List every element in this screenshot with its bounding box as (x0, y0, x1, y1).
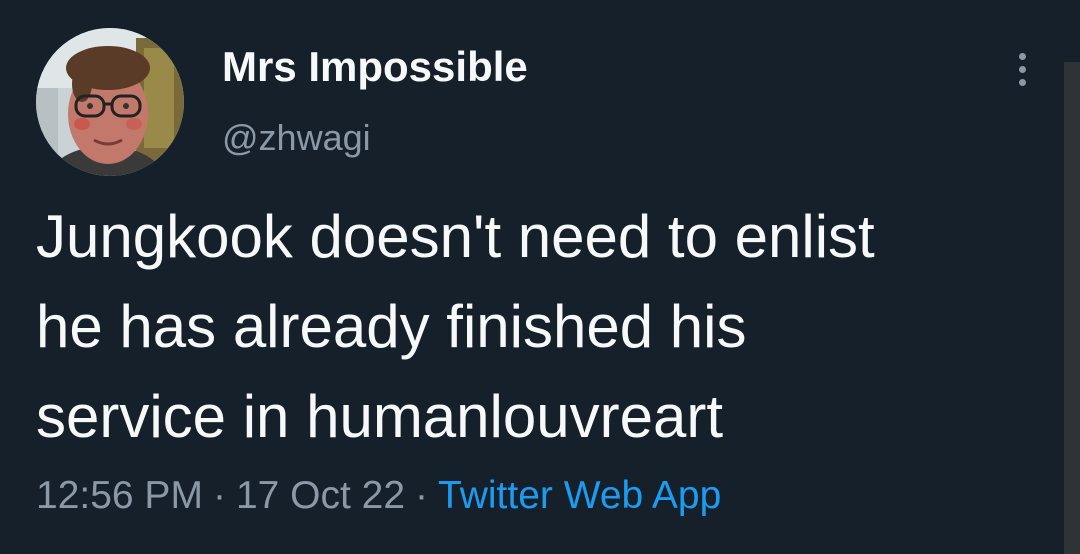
more-vertical-icon (1018, 52, 1026, 60)
more-options-button[interactable] (1002, 44, 1042, 94)
tweet-text-line: he has already finished his (36, 293, 747, 360)
more-vertical-icon-dot (1018, 78, 1026, 86)
avatar-photo (36, 28, 184, 176)
tweet-text-line: Jungkook doesn't need to enlist (36, 203, 875, 270)
tweet-card: Mrs Impossible @zhwagi Jungkook doesn't … (0, 0, 1080, 554)
author-handle[interactable]: @zhwagi (222, 116, 371, 160)
more-vertical-icon-dot (1018, 65, 1026, 73)
tweet-text: Jungkook doesn't need to enlist he has a… (36, 192, 1046, 462)
tweet-meta: 12:56 PM · 17 Oct 22 · Twitter Web App (36, 470, 721, 522)
meta-separator: · (415, 474, 429, 517)
scroll-edge (1064, 62, 1080, 554)
author-display-name[interactable]: Mrs Impossible (222, 42, 528, 92)
tweet-text-line: service in humanlouvreart (36, 383, 723, 450)
avatar[interactable] (36, 28, 184, 176)
tweet-time[interactable]: 12:56 PM (36, 474, 203, 517)
tweet-source-link[interactable]: Twitter Web App (438, 474, 721, 517)
meta-separator: · (212, 474, 226, 517)
tweet-date[interactable]: 17 Oct 22 (236, 474, 405, 517)
